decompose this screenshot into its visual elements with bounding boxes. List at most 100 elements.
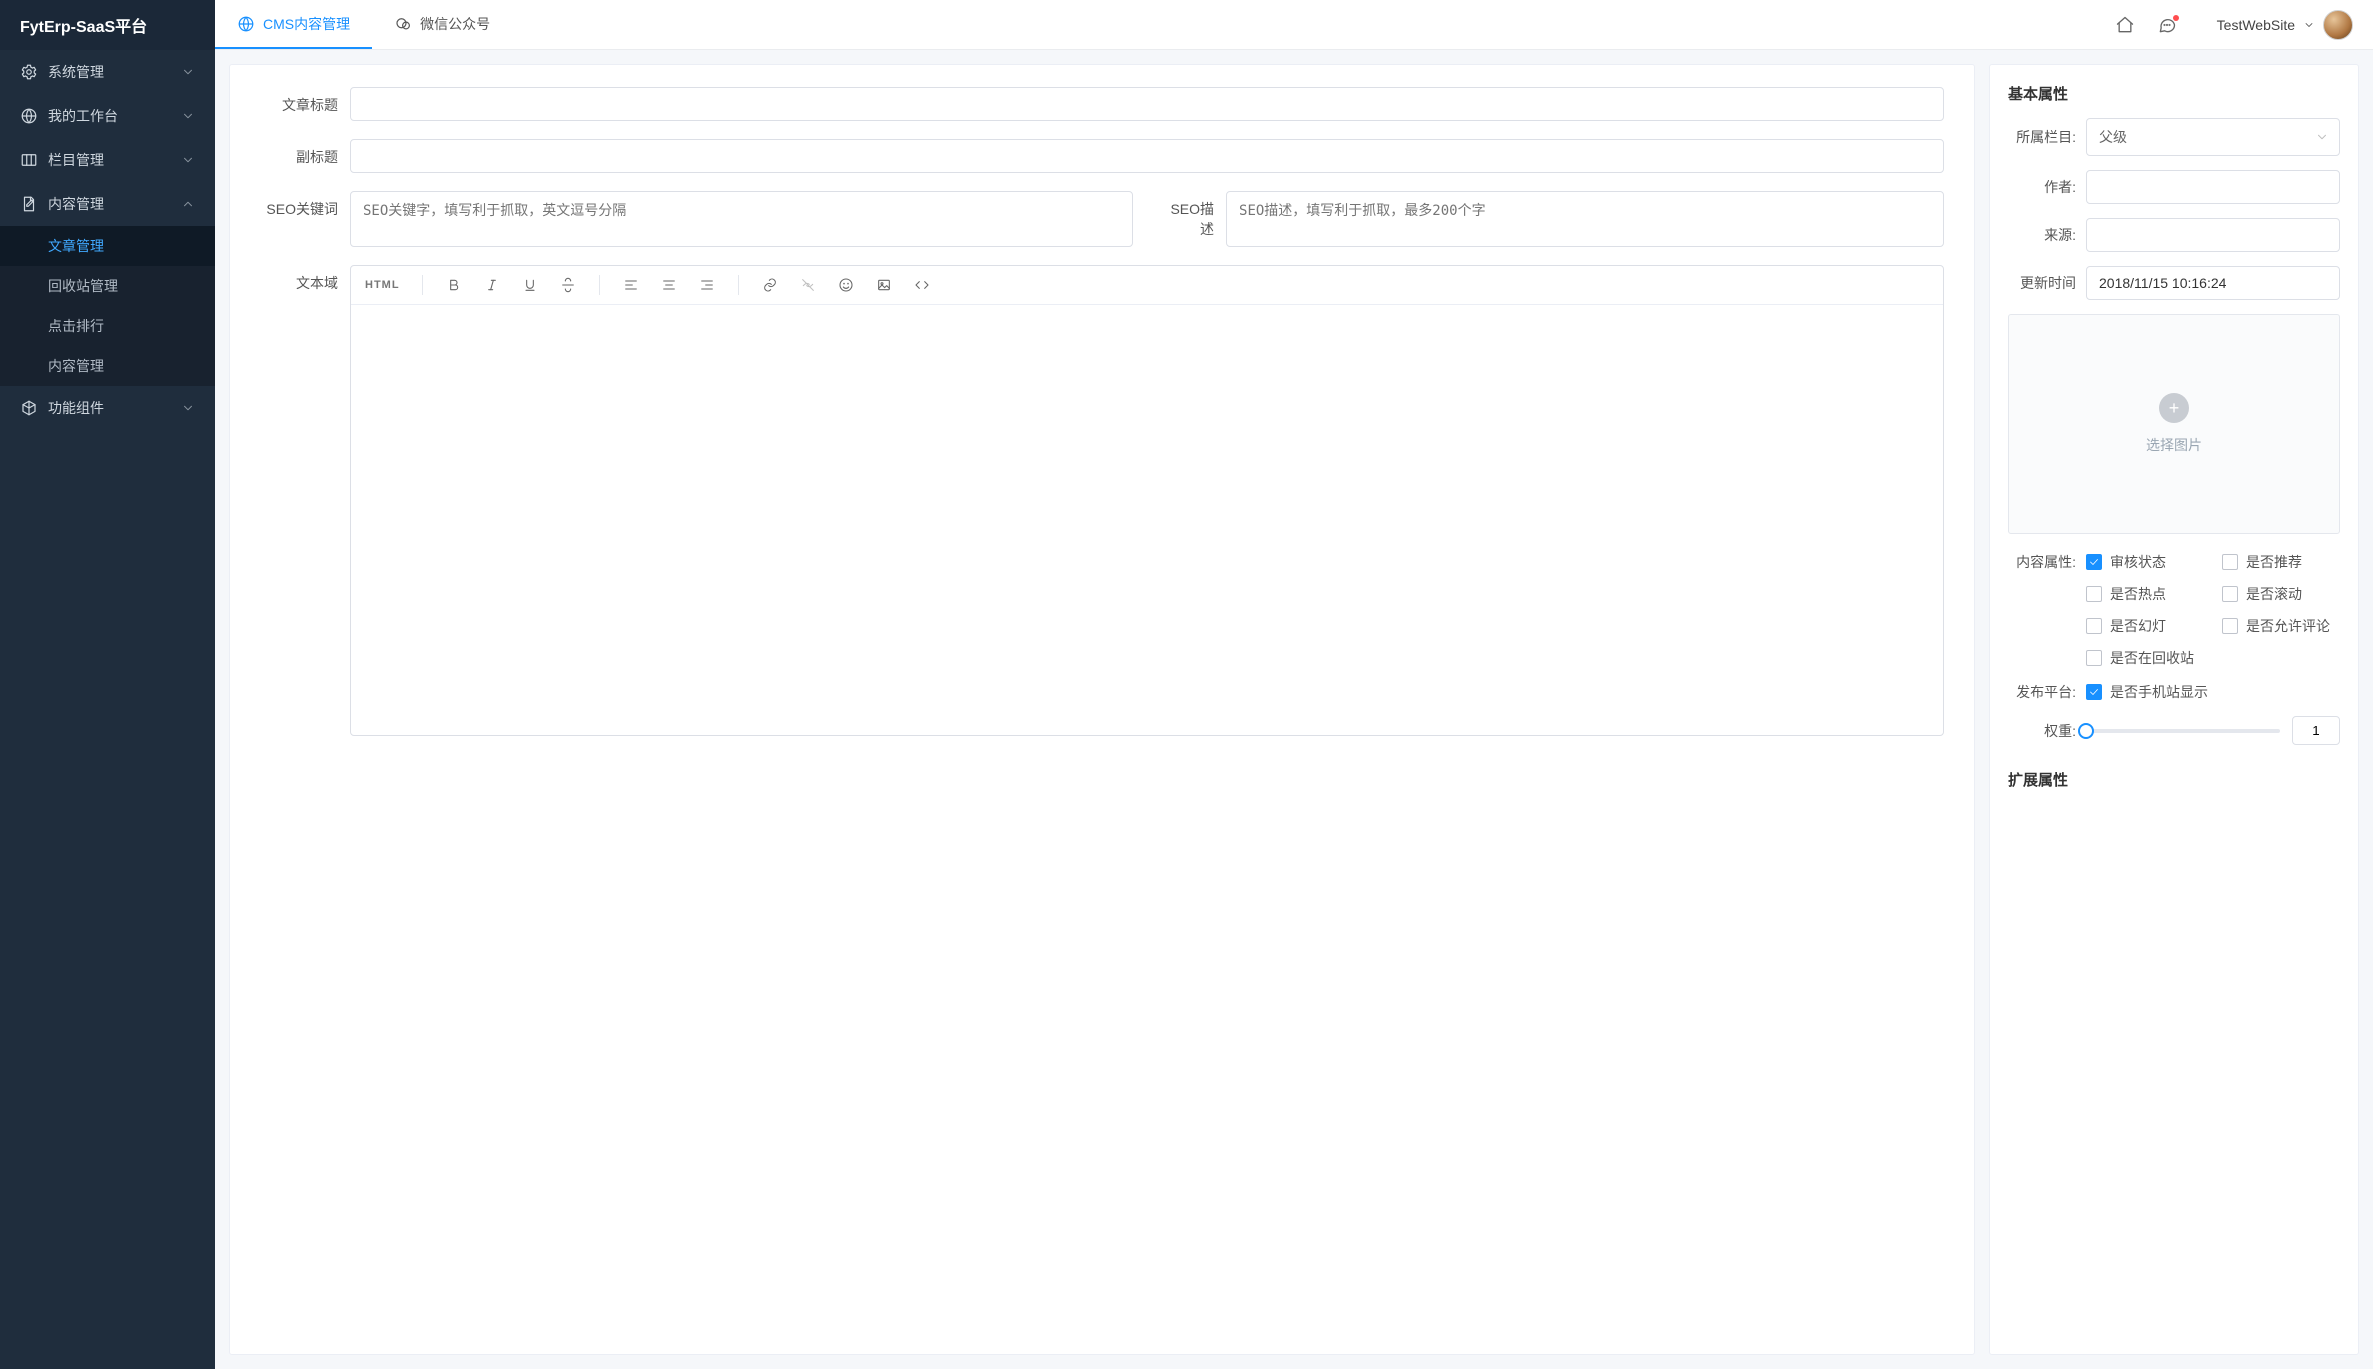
chevron-down-icon xyxy=(181,197,195,211)
image-upload[interactable]: + 选择图片 xyxy=(2008,314,2340,534)
seo-keywords-input[interactable] xyxy=(350,191,1133,247)
seo-desc-label: SEO描述 xyxy=(1161,191,1226,239)
checkbox-label: 是否在回收站 xyxy=(2110,648,2194,668)
content-attr-check-3[interactable]: 是否滚动 xyxy=(2222,584,2340,604)
title-label: 文章标题 xyxy=(260,87,350,115)
italic-icon[interactable] xyxy=(479,272,505,298)
sidebar-group-label: 系统管理 xyxy=(48,62,181,82)
checkbox-box xyxy=(2086,554,2102,570)
messages-icon[interactable] xyxy=(2157,15,2177,35)
content-attr-check-6[interactable]: 是否在回收站 xyxy=(2086,648,2204,668)
column-select-value: 父级 xyxy=(2099,129,2127,145)
content-attr-check-0[interactable]: 审核状态 xyxy=(2086,552,2204,572)
main-content: 文章标题 副标题 SEO关键词 SEO描述 xyxy=(215,50,2373,1369)
article-form-panel: 文章标题 副标题 SEO关键词 SEO描述 xyxy=(229,64,1975,1355)
column-select[interactable]: 父级 xyxy=(2086,118,2340,156)
sidebar-group-3[interactable]: 内容管理 xyxy=(0,182,215,226)
sidebar-group-label: 我的工作台 xyxy=(48,106,181,126)
image-icon[interactable] xyxy=(871,272,897,298)
rich-text-editor: HTML xyxy=(350,265,1944,736)
brand-title: FytErp-SaaS平台 xyxy=(0,0,215,50)
header-tab-0[interactable]: CMS内容管理 xyxy=(215,0,372,49)
checkbox-box xyxy=(2222,586,2238,602)
columns-icon xyxy=(20,151,38,169)
author-label: 作者: xyxy=(2008,177,2086,197)
sidebar-group-4[interactable]: 功能组件 xyxy=(0,386,215,430)
editor-html-toggle[interactable]: HTML xyxy=(361,279,404,291)
link-icon[interactable] xyxy=(757,272,783,298)
align-right-icon[interactable] xyxy=(694,272,720,298)
content-attr-check-4[interactable]: 是否幻灯 xyxy=(2086,616,2204,636)
column-label: 所属栏目: xyxy=(2008,127,2086,147)
globe-icon xyxy=(237,15,255,33)
source-input[interactable] xyxy=(2086,218,2340,252)
header: CMS内容管理 微信公众号 TestWebSite xyxy=(215,0,2373,50)
notification-dot xyxy=(2173,15,2179,21)
checkbox-box xyxy=(2086,618,2102,634)
globe-icon xyxy=(20,107,38,125)
title-input[interactable] xyxy=(350,87,1944,121)
checkbox-box xyxy=(2086,684,2102,700)
sidebar-group-label: 功能组件 xyxy=(48,398,181,418)
cube-icon xyxy=(20,399,38,417)
sidebar-submenu-3: 文章管理回收站管理点击排行内容管理 xyxy=(0,226,215,386)
unlink-icon[interactable] xyxy=(795,272,821,298)
sidebar-sub-item-3-1[interactable]: 回收站管理 xyxy=(0,266,215,306)
properties-panel: 基本属性 所属栏目: 父级 作者: 来源: 更新时间 xyxy=(1989,64,2359,1355)
content-attr-check-1[interactable]: 是否推荐 xyxy=(2222,552,2340,572)
body-label: 文本域 xyxy=(260,265,350,293)
checkbox-box xyxy=(2222,618,2238,634)
sidebar-group-label: 内容管理 xyxy=(48,194,181,214)
seo-desc-input[interactable] xyxy=(1226,191,1944,247)
home-icon[interactable] xyxy=(2115,15,2135,35)
weight-slider[interactable] xyxy=(2086,729,2280,733)
header-tabs: CMS内容管理 微信公众号 xyxy=(215,0,512,49)
chevron-down-icon xyxy=(181,401,195,415)
image-upload-label: 选择图片 xyxy=(2146,435,2202,455)
platform-mobile-check[interactable]: 是否手机站显示 xyxy=(2086,682,2208,702)
header-tab-1[interactable]: 微信公众号 xyxy=(372,0,512,49)
bold-icon[interactable] xyxy=(441,272,467,298)
chevron-down-icon xyxy=(181,65,195,79)
author-input[interactable] xyxy=(2086,170,2340,204)
sidebar-group-1[interactable]: 我的工作台 xyxy=(0,94,215,138)
sidebar-group-0[interactable]: 系统管理 xyxy=(0,50,215,94)
sidebar: FytErp-SaaS平台 系统管理我的工作台栏目管理内容管理文章管理回收站管理… xyxy=(0,0,215,1369)
editor-toolbar: HTML xyxy=(351,266,1943,305)
source-label: 来源: xyxy=(2008,225,2086,245)
checkbox-box xyxy=(2086,586,2102,602)
sidebar-sub-item-3-3[interactable]: 内容管理 xyxy=(0,346,215,386)
checkbox-label: 是否允许评论 xyxy=(2246,616,2330,636)
weight-value-input[interactable] xyxy=(2292,716,2340,745)
strikethrough-icon[interactable] xyxy=(555,272,581,298)
editor-body[interactable] xyxy=(351,305,1943,735)
edit-doc-icon xyxy=(20,195,38,213)
chevron-down-icon xyxy=(2303,19,2315,31)
platform-label: 发布平台: xyxy=(2008,682,2086,702)
header-tab-label: CMS内容管理 xyxy=(263,14,350,34)
align-center-icon[interactable] xyxy=(656,272,682,298)
update-time-input[interactable] xyxy=(2086,266,2340,300)
weight-label: 权重: xyxy=(2008,721,2086,741)
align-left-icon[interactable] xyxy=(618,272,644,298)
checkbox-label: 是否热点 xyxy=(2110,584,2166,604)
user-name: TestWebSite xyxy=(2217,17,2295,33)
content-attr-label: 内容属性: xyxy=(2008,552,2086,572)
subtitle-input[interactable] xyxy=(350,139,1944,173)
content-attr-check-2[interactable]: 是否热点 xyxy=(2086,584,2204,604)
sidebar-sub-item-3-0[interactable]: 文章管理 xyxy=(0,226,215,266)
content-attr-check-5[interactable]: 是否允许评论 xyxy=(2222,616,2340,636)
user-dropdown[interactable]: TestWebSite xyxy=(2217,10,2353,40)
checkbox-label: 是否滚动 xyxy=(2246,584,2302,604)
sidebar-group-2[interactable]: 栏目管理 xyxy=(0,138,215,182)
sidebar-sub-item-3-2[interactable]: 点击排行 xyxy=(0,306,215,346)
code-icon[interactable] xyxy=(909,272,935,298)
chevron-down-icon xyxy=(2315,130,2329,144)
checkbox-label: 是否推荐 xyxy=(2246,552,2302,572)
sidebar-menu: 系统管理我的工作台栏目管理内容管理文章管理回收站管理点击排行内容管理功能组件 xyxy=(0,50,215,430)
underline-icon[interactable] xyxy=(517,272,543,298)
emoji-icon[interactable] xyxy=(833,272,859,298)
slider-knob[interactable] xyxy=(2078,723,2094,739)
sidebar-group-label: 栏目管理 xyxy=(48,150,181,170)
chevron-down-icon xyxy=(181,153,195,167)
